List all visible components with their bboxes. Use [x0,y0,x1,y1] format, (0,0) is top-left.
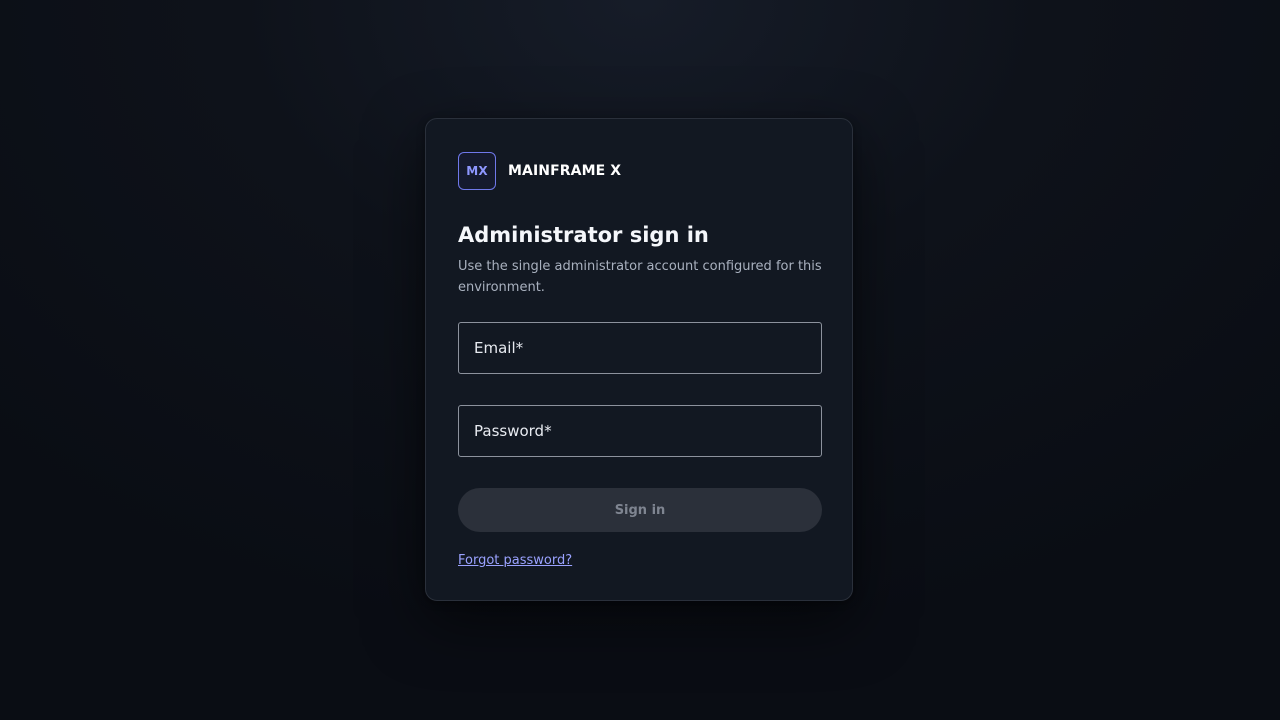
signin-card: MX MAINFRAME X Administrator sign in Use… [425,118,853,601]
password-input[interactable] [459,406,821,456]
email-field [458,322,822,374]
sign-in-button[interactable]: Sign in [458,488,822,532]
forgot-password-link[interactable]: Forgot password? [458,553,572,568]
logo-text: MX [466,164,488,178]
password-field [458,405,822,457]
brand-header: MX MAINFRAME X [458,151,820,191]
page-subtitle: Use the single administrator account con… [458,259,822,295]
page-title: Administrator sign in [458,223,709,247]
mx-logo-icon: MX [458,152,496,190]
brand-name: MAINFRAME X [508,163,622,179]
email-input[interactable] [459,323,821,373]
